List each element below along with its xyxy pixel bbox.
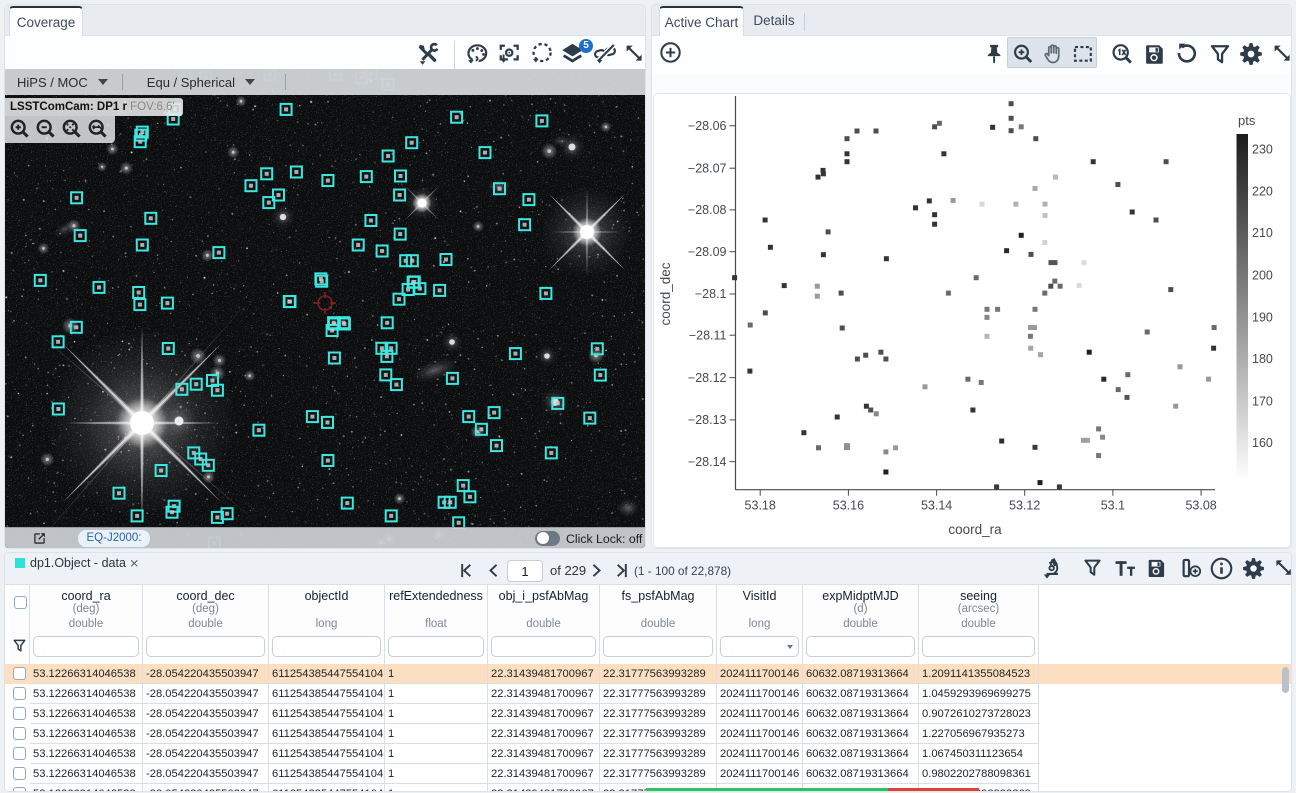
- svg-text:−28.13: −28.13: [688, 413, 727, 427]
- svg-text:53.14: 53.14: [921, 499, 952, 513]
- svg-text:coord_ra: coord_ra: [948, 522, 1002, 537]
- svg-text:53.18: 53.18: [745, 499, 776, 513]
- svg-text:−28.1: −28.1: [695, 287, 727, 301]
- svg-text:−28.11: −28.11: [689, 328, 727, 342]
- svg-text:coord_dec: coord_dec: [658, 262, 673, 325]
- svg-text:−28.09: −28.09: [688, 245, 727, 259]
- svg-text:−28.06: −28.06: [688, 119, 727, 133]
- svg-text:53.1: 53.1: [1101, 499, 1125, 513]
- svg-text:−28.07: −28.07: [688, 161, 727, 175]
- svg-text:53.16: 53.16: [833, 499, 864, 513]
- svg-text:−28.14: −28.14: [688, 455, 727, 469]
- svg-text:53.12: 53.12: [1009, 499, 1040, 513]
- svg-text:230: 230: [1252, 142, 1273, 156]
- svg-text:200: 200: [1252, 269, 1273, 283]
- svg-text:−28.08: −28.08: [688, 203, 727, 217]
- svg-text:pts: pts: [1238, 113, 1256, 128]
- svg-text:160: 160: [1252, 436, 1273, 450]
- svg-text:190: 190: [1252, 310, 1273, 324]
- svg-text:53.08: 53.08: [1185, 499, 1216, 513]
- svg-text:180: 180: [1252, 352, 1273, 366]
- svg-text:−28.12: −28.12: [688, 371, 727, 385]
- svg-text:210: 210: [1252, 226, 1273, 240]
- svg-text:220: 220: [1252, 184, 1273, 198]
- svg-text:170: 170: [1252, 394, 1273, 408]
